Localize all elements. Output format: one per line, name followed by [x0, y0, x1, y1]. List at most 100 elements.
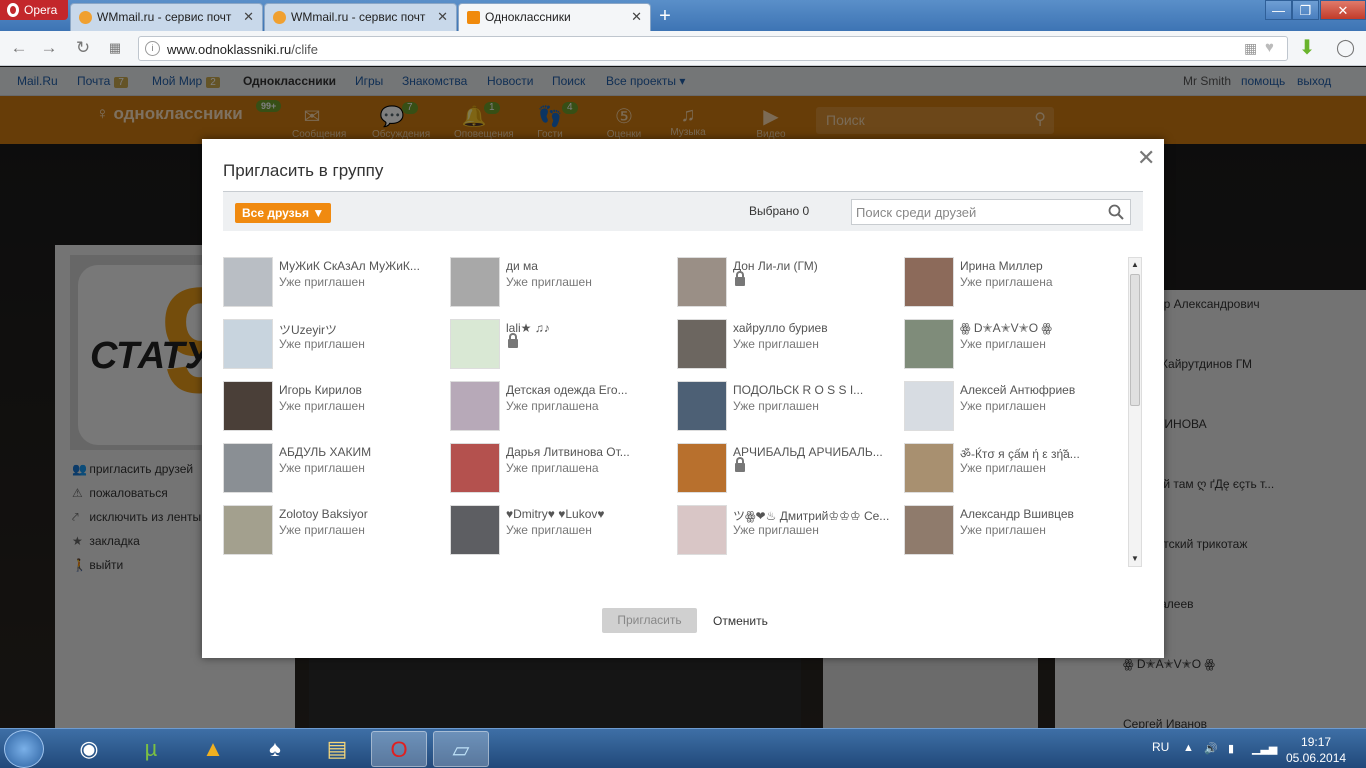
ok-favicon-icon [467, 11, 480, 24]
search-icon[interactable] [1108, 204, 1124, 220]
power-icon[interactable]: ▮ [1228, 742, 1234, 755]
friend-avatar[interactable] [223, 319, 273, 369]
friend-name: ♥Dmitry♥ ♥Lukov♥ [506, 507, 605, 521]
close-tab-icon[interactable]: ✕ [631, 4, 642, 30]
friend-name: Ирина Миллер [960, 259, 1043, 273]
friend-item[interactable]: ॐ-Ќтσ я çấм ή ε зή̃á... Уже приглашен [904, 443, 1127, 495]
minimize-button[interactable]: — [1265, 0, 1292, 20]
url-domain: www.odnoklassniki.ru [167, 42, 292, 57]
friend-item[interactable]: АРЧИБАЛЬД АРЧИБАЛЬ... [677, 443, 904, 495]
friend-avatar[interactable] [223, 443, 273, 493]
tray-arrow-icon[interactable]: ▲ [1183, 742, 1194, 754]
friend-item[interactable]: ツꙮ❤♨ Дмитрий♔♔♔ Се... Уже приглашен [677, 505, 904, 557]
friend-avatar[interactable] [677, 505, 727, 555]
explorer-taskbar-icon[interactable]: ▤ [309, 731, 365, 767]
friend-status: Уже приглашена [506, 461, 599, 475]
new-tab-plus-icon[interactable]: + [654, 6, 676, 26]
tab-wmmail-2[interactable]: WMmail.ru - сервис почт ✕ [264, 3, 457, 31]
friend-avatar[interactable] [677, 443, 727, 493]
aimp-taskbar-icon[interactable]: ▲ [185, 731, 241, 767]
friend-item[interactable]: АБДУЛЬ ХАКИМ Уже приглашен [223, 443, 450, 495]
start-button[interactable] [4, 730, 44, 768]
friend-avatar[interactable] [450, 319, 500, 369]
scroll-up-arrow-icon[interactable]: ▲ [1131, 260, 1139, 269]
friend-avatar[interactable] [223, 381, 273, 431]
friend-avatar[interactable] [677, 381, 727, 431]
friend-status: Уже приглашен [279, 461, 365, 475]
friend-status: Уже приглашен [279, 523, 365, 537]
opera-menu-button[interactable]: Opera [0, 0, 68, 20]
friend-item[interactable]: ツUzeyirツ Уже приглашен [223, 319, 450, 371]
friend-item[interactable]: ꙮ D✭A✭V✭O ꙮ Уже приглашен [904, 319, 1127, 371]
friends-scrollbar[interactable]: ▲ ▼ [1128, 257, 1142, 567]
reader-grid-icon[interactable]: ▦ [1244, 40, 1257, 57]
maximize-button[interactable]: ❐ [1292, 0, 1319, 20]
friend-status: Уже приглашен [506, 523, 592, 537]
friend-item[interactable]: Дарья Литвинова От... Уже приглашена [450, 443, 677, 495]
friend-avatar[interactable] [904, 381, 954, 431]
scroll-thumb[interactable] [1130, 274, 1140, 406]
tab-odnoklassniki[interactable]: Одноклассники ✕ [458, 3, 651, 31]
chrome-taskbar-icon[interactable]: ◉ [61, 731, 117, 767]
address-bar[interactable]: i www.odnoklassniki.ru/clife ▦ ♥ [138, 36, 1288, 61]
friend-item[interactable]: МуЖиК СкАзАл МуЖиК... Уже приглашен [223, 257, 450, 309]
close-tab-icon[interactable]: ✕ [437, 4, 448, 30]
friend-search-input[interactable]: Поиск среди друзей [851, 199, 1131, 225]
scroll-down-arrow-icon[interactable]: ▼ [1131, 554, 1139, 563]
friend-avatar[interactable] [904, 505, 954, 555]
friend-item[interactable]: ди ма Уже приглашен [450, 257, 677, 309]
site-info-icon[interactable]: i [145, 41, 160, 56]
opera-taskbar-icon[interactable]: O [371, 731, 427, 767]
friend-name: Детская одежда Его... [506, 383, 628, 397]
friend-item[interactable]: ♥Dmitry♥ ♥Lukov♥ Уже приглашен [450, 505, 677, 557]
volume-icon[interactable]: 🔊 [1204, 742, 1218, 755]
friend-item[interactable]: Zolotoy Baksiyor Уже приглашен [223, 505, 450, 557]
utorrent-taskbar-icon[interactable]: µ [123, 731, 179, 767]
friend-status: Уже приглашен [506, 275, 592, 289]
solitaire-taskbar-icon[interactable]: ♠ [247, 731, 303, 767]
friend-avatar[interactable] [904, 319, 954, 369]
friend-avatar[interactable] [450, 257, 500, 307]
clock[interactable]: 19:17 05.06.2014 [1286, 734, 1346, 766]
friend-item[interactable]: хайрулло буриев Уже приглашен [677, 319, 904, 371]
friend-item[interactable]: Алексей Антюфриев Уже приглашен [904, 381, 1127, 433]
download-arrow-icon[interactable]: ⬇ [1298, 38, 1316, 58]
friend-item[interactable]: ПОДОЛЬСК R O S S I... Уже приглашен [677, 381, 904, 433]
friend-avatar[interactable] [223, 505, 273, 555]
close-window-button[interactable]: ✕ [1320, 0, 1366, 20]
friend-avatar[interactable] [677, 319, 727, 369]
paint-taskbar-icon[interactable]: ▱ [433, 731, 489, 767]
tab-wmmail-1[interactable]: WMmail.ru - сервис почт ✕ [70, 3, 263, 31]
back-arrow-icon[interactable]: ← [10, 39, 28, 57]
friend-item[interactable]: Дон Ли-ли (ГМ) [677, 257, 904, 309]
friend-name: Zolotoy Baksiyor [279, 507, 368, 521]
friend-avatar[interactable] [677, 257, 727, 307]
friend-item[interactable]: lali★ ♫♪ [450, 319, 677, 371]
language-indicator[interactable]: RU [1152, 740, 1169, 754]
friend-avatar[interactable] [450, 381, 500, 431]
friend-avatar[interactable] [223, 257, 273, 307]
friend-avatar[interactable] [450, 505, 500, 555]
heart-icon[interactable]: ♥ [1265, 39, 1274, 56]
invite-button[interactable]: Пригласить [602, 608, 697, 633]
speed-dial-grid-icon[interactable]: ▦ [106, 39, 124, 57]
friend-status: Уже приглашен [960, 461, 1046, 475]
network-icon[interactable]: ▁▃▅ [1252, 742, 1277, 755]
friend-item[interactable]: Александр Вшивцев Уже приглашен [904, 505, 1127, 557]
friend-avatar[interactable] [904, 257, 954, 307]
friend-item[interactable]: Ирина Миллер Уже приглашена [904, 257, 1127, 309]
friend-status: Уже приглашен [279, 337, 365, 351]
friend-avatar[interactable] [904, 443, 954, 493]
reload-icon[interactable]: ↻ [74, 39, 92, 57]
opera-logo-icon[interactable]: ◯ [1336, 39, 1355, 57]
friend-status: Уже приглашена [960, 275, 1053, 289]
friend-item[interactable]: Детская одежда Его... Уже приглашена [450, 381, 677, 433]
close-icon[interactable]: ✕ [1137, 147, 1155, 169]
cancel-button[interactable]: Отменить [713, 614, 768, 628]
forward-arrow-icon[interactable]: → [40, 39, 58, 57]
close-tab-icon[interactable]: ✕ [243, 4, 254, 30]
all-friends-dropdown[interactable]: Все друзья ▼ [235, 203, 332, 223]
friend-avatar[interactable] [450, 443, 500, 493]
friend-item[interactable]: Игорь Кирилов Уже приглашен [223, 381, 450, 433]
dialog-title: Пригласить в группу [223, 161, 384, 180]
